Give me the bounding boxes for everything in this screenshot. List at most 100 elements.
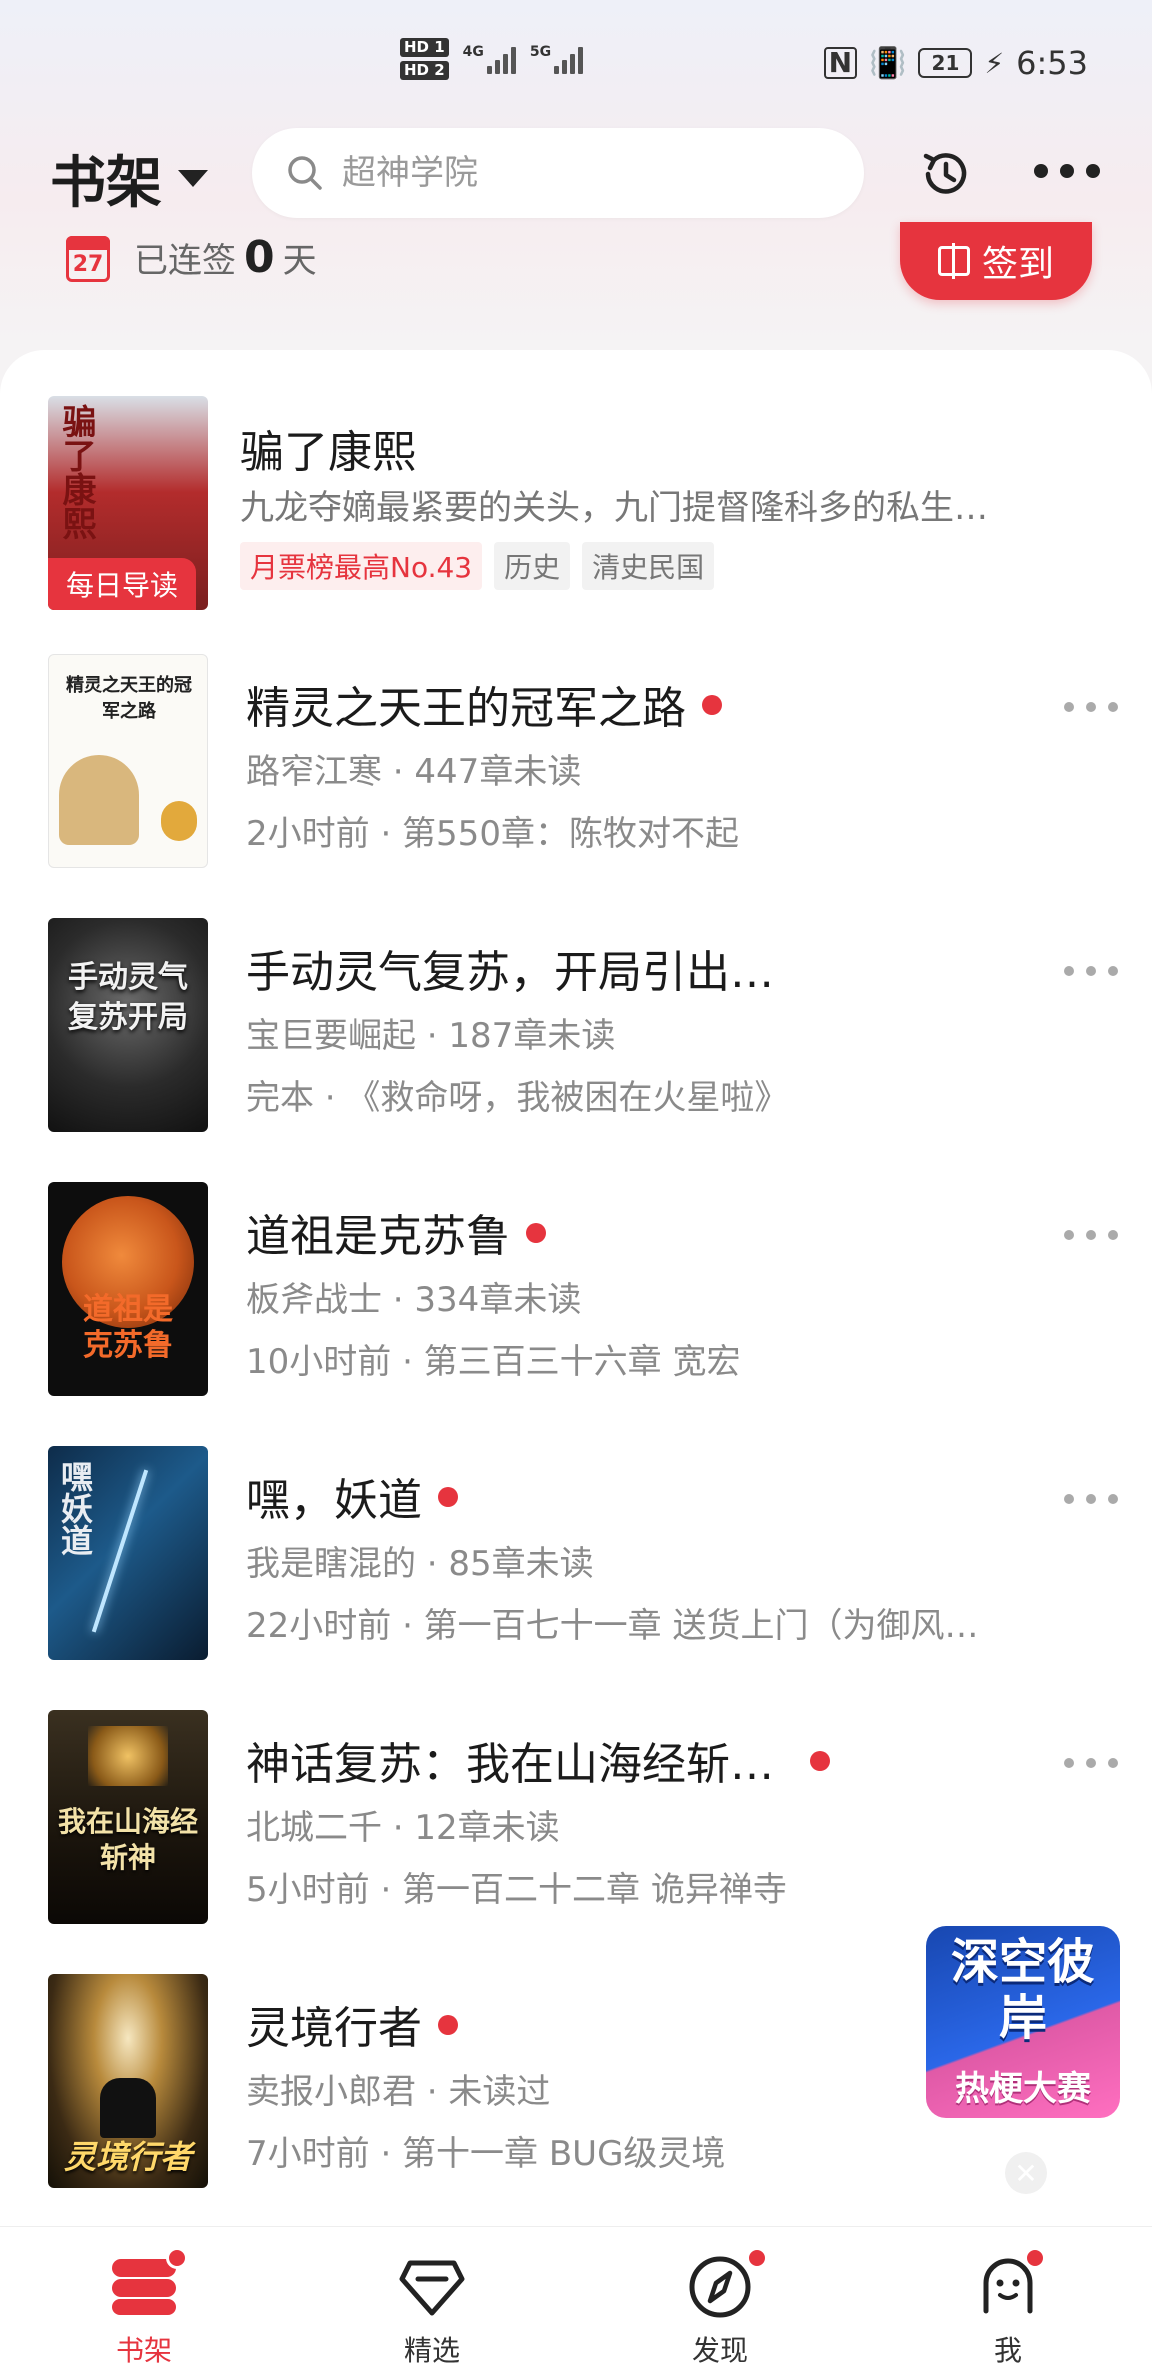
book-cover[interactable]: 精灵之天王的冠军之路 [48,654,208,868]
nav-label: 书架 [115,2334,172,2367]
more-options-icon[interactable] [1034,164,1100,182]
rank-tag[interactable]: 月票榜最高No.43 [240,542,483,590]
book-author-unread: 卖报小郎君 · 未读过 [246,2072,551,2112]
notification-dot [1024,2247,1046,2269]
book-title: 精灵之天王的冠军之路 [246,672,722,736]
notification-dot [166,2247,188,2269]
signal-group: HD 1 HD 2 4G 5G [400,38,584,80]
cover-art [100,2078,156,2138]
checkin-count: 0 [244,232,275,283]
book-item[interactable]: 我在山海经斩神 神话复苏：我在山海经斩… 北城二千 · 12章未读 5小时前 ·… [0,1710,1152,1930]
book-tags: 月票榜最高No.43 历史 清史民国 [240,542,726,590]
hd1-badge: HD 1 [400,38,449,57]
caret-down-icon [178,170,208,187]
nav-label: 我 [993,2334,1022,2367]
history-icon[interactable] [918,146,974,202]
cover-title: 道祖是克苏鲁 [83,1292,173,1363]
search-icon [288,156,322,190]
book-title-text: 灵境行者 [246,2003,422,2054]
book-item[interactable]: 骗了康熙 每日导读 骗了康熙 九龙夺嫡最紧要的关头，九门提督隆科多的私生… 月票… [0,396,1152,616]
update-dot [526,1223,546,1243]
cover-art [91,1469,149,1633]
cover-title: 骗了康熙 [56,404,96,540]
checkin-suffix: 天 [282,241,317,281]
hd2-badge: HD 2 [400,61,449,80]
book-author-unread: 北城二千 · 12章未读 [246,1808,560,1848]
status-right: N 📳 21 ⚡ 6:53 [823,44,1088,82]
nav-tab-bookshelf[interactable]: 书架 [0,2227,288,2376]
book-title: 嘿，妖道 [246,1464,458,1528]
book-title-text: 嘿，妖道 [246,1475,422,1526]
top-header: 书架 [0,120,1152,230]
signal-5g: 5G [530,44,584,74]
book-item[interactable]: 嘿妖道 嘿，妖道 我是瞎混的 · 85章未读 22小时前 · 第一百七十一章 送… [0,1446,1152,1666]
cover-title: 嘿妖道 [56,1460,94,1556]
book-item[interactable]: 精灵之天王的冠军之路 精灵之天王的冠军之路 路窄江寒 · 447章未读 2小时前… [0,654,1152,874]
signal-bars-icon [554,44,584,74]
cover-title: 我在山海经斩神 [57,1805,198,1874]
nav-label: 精选 [403,2334,460,2367]
close-icon[interactable]: ✕ [1005,2152,1047,2194]
subcategory-tag[interactable]: 清史民国 [582,542,715,590]
book-more-icon[interactable] [1064,966,1118,978]
shelf-dropdown[interactable]: 书架 [50,138,208,219]
book-cover[interactable]: 我在山海经斩神 [48,1710,208,1924]
book-intro: 九龙夺嫡最紧要的关头，九门提督隆科多的私生… [240,488,988,528]
cover-title: 灵境行者 [63,2138,192,2176]
checkin-prefix: 已连签 [134,241,236,281]
diamond-icon [399,2260,465,2316]
nav-label: 发现 [691,2334,748,2367]
book-more-icon[interactable] [1064,1230,1118,1242]
nav-tab-featured[interactable]: 精选 [288,2227,576,2376]
notification-dot [746,2247,768,2269]
book-latest-chapter: 7小时前 · 第十一章 BUG级灵境 [246,2134,726,2174]
book-cover[interactable]: 骗了康熙 每日导读 [48,396,208,610]
hd-indicators: HD 1 HD 2 [400,38,449,80]
gift-icon [937,243,970,279]
status-bar: HD 1 HD 2 4G 5G N 📳 21 ⚡ 6:53 [0,0,1152,120]
book-title: 灵境行者 [246,1992,458,2056]
category-tag[interactable]: 历史 [494,542,571,590]
book-author-unread: 板斧战士 · 334章未读 [246,1280,582,1320]
book-cover[interactable]: 道祖是克苏鲁 [48,1182,208,1396]
checkin-streak: 已连签 0 天 [134,232,317,283]
book-latest-chapter: 完本 · 《救命呀，我被困在火星啦》 [246,1078,789,1118]
cover-art [88,1726,168,1786]
book-cover[interactable]: 嘿妖道 [48,1446,208,1660]
daily-guide-badge: 每日导读 [48,558,196,610]
book-cover[interactable]: 手动灵气复苏开局 [48,918,208,1132]
book-more-icon[interactable] [1064,702,1118,714]
calendar-icon: 27 [66,236,110,282]
book-more-icon[interactable] [1064,1758,1118,1770]
nfc-icon: N [823,47,858,79]
net-type-label: 4G [462,44,484,60]
book-latest-chapter: 2小时前 · 第550章：陈牧对不起 [246,814,739,854]
update-dot [702,695,722,715]
book-title-text: 神话复苏：我在山海经斩… [246,1739,774,1790]
cover-art [59,755,139,845]
search-input[interactable] [342,153,822,193]
bottom-nav: 书架 精选 发现 我 [0,2226,1152,2376]
update-dot [438,2015,458,2035]
floating-promo-banner[interactable]: 深空彼岸 热梗大赛 [926,1926,1120,2118]
book-item[interactable]: 手动灵气复苏开局 手动灵气复苏，开局引出… 宝巨要崛起 · 187章未读 完本 … [0,918,1152,1138]
book-author-unread: 我是瞎混的 · 85章未读 [246,1544,594,1584]
promo-subtitle: 热梗大赛 [955,2069,1091,2109]
cover-title: 精灵之天王的冠军之路 [66,675,192,722]
book-more-icon[interactable] [1064,1494,1118,1506]
signal-4g: 4G [463,44,516,74]
book-latest-chapter: 22小时前 · 第一百七十一章 送货上门（为御风… [246,1606,979,1646]
page-title: 书架 [50,151,162,216]
cover-art [161,801,197,841]
book-cover[interactable]: 灵境行者 [48,1974,208,2188]
sign-in-button[interactable]: 签到 [900,222,1092,300]
nav-tab-me[interactable]: 我 [864,2227,1152,2376]
nav-tab-discover[interactable]: 发现 [576,2227,864,2376]
book-item[interactable]: 道祖是克苏鲁 道祖是克苏鲁 板斧战士 · 334章未读 10小时前 · 第三百三… [0,1182,1152,1402]
book-author-unread: 宝巨要崛起 · 187章未读 [246,1016,616,1056]
update-dot [810,1751,830,1771]
charging-icon: ⚡ [984,46,1005,80]
book-title: 道祖是克苏鲁 [246,1200,546,1264]
book-title: 骗了康熙 [240,427,416,478]
search-bar[interactable] [252,128,864,218]
